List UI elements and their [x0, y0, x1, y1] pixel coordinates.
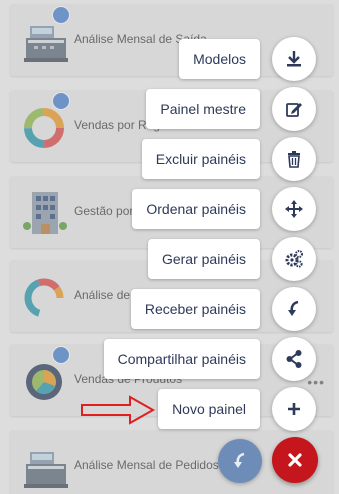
speed-dial-delete-panels[interactable]: Excluir painéis [141, 137, 316, 181]
speed-dial-sort-panels[interactable]: Ordenar painéis [132, 187, 316, 231]
plus-icon[interactable] [272, 387, 316, 431]
annotation-arrow-icon [81, 395, 156, 425]
download-icon[interactable] [272, 37, 316, 81]
receive-fab-button[interactable] [218, 439, 262, 483]
dial-label[interactable]: Modelos [179, 39, 260, 79]
edit-icon[interactable] [272, 87, 316, 131]
dial-label[interactable]: Ordenar painéis [132, 189, 260, 229]
dial-label[interactable]: Gerar painéis [147, 239, 260, 279]
dial-label[interactable]: Novo painel [158, 389, 260, 429]
receive-arrow-icon [234, 452, 245, 468]
dial-label[interactable]: Excluir painéis [141, 139, 260, 179]
speed-dial-generate-panels[interactable]: Gerar painéis [147, 237, 316, 281]
speed-dial-models[interactable]: Modelos [179, 37, 316, 81]
dial-label[interactable]: Compartilhar painéis [103, 339, 260, 379]
speed-dial-new-panel[interactable]: Novo painel [158, 387, 316, 431]
close-speed-dial-button[interactable] [272, 437, 318, 483]
close-icon [288, 453, 302, 467]
dial-label[interactable]: Painel mestre [146, 89, 260, 129]
move-icon[interactable] [272, 187, 316, 231]
speed-dial-master-panel[interactable]: Painel mestre [146, 87, 316, 131]
speed-dial-receive-panels[interactable]: Receber painéis [130, 287, 316, 331]
speed-dial-share-panels[interactable]: Compartilhar painéis [103, 337, 316, 381]
share-icon[interactable] [272, 337, 316, 381]
dial-label[interactable]: Receber painéis [130, 289, 260, 329]
trash-icon[interactable] [272, 137, 316, 181]
receive-arrow-icon[interactable] [272, 287, 316, 331]
gears-icon[interactable] [272, 237, 316, 281]
